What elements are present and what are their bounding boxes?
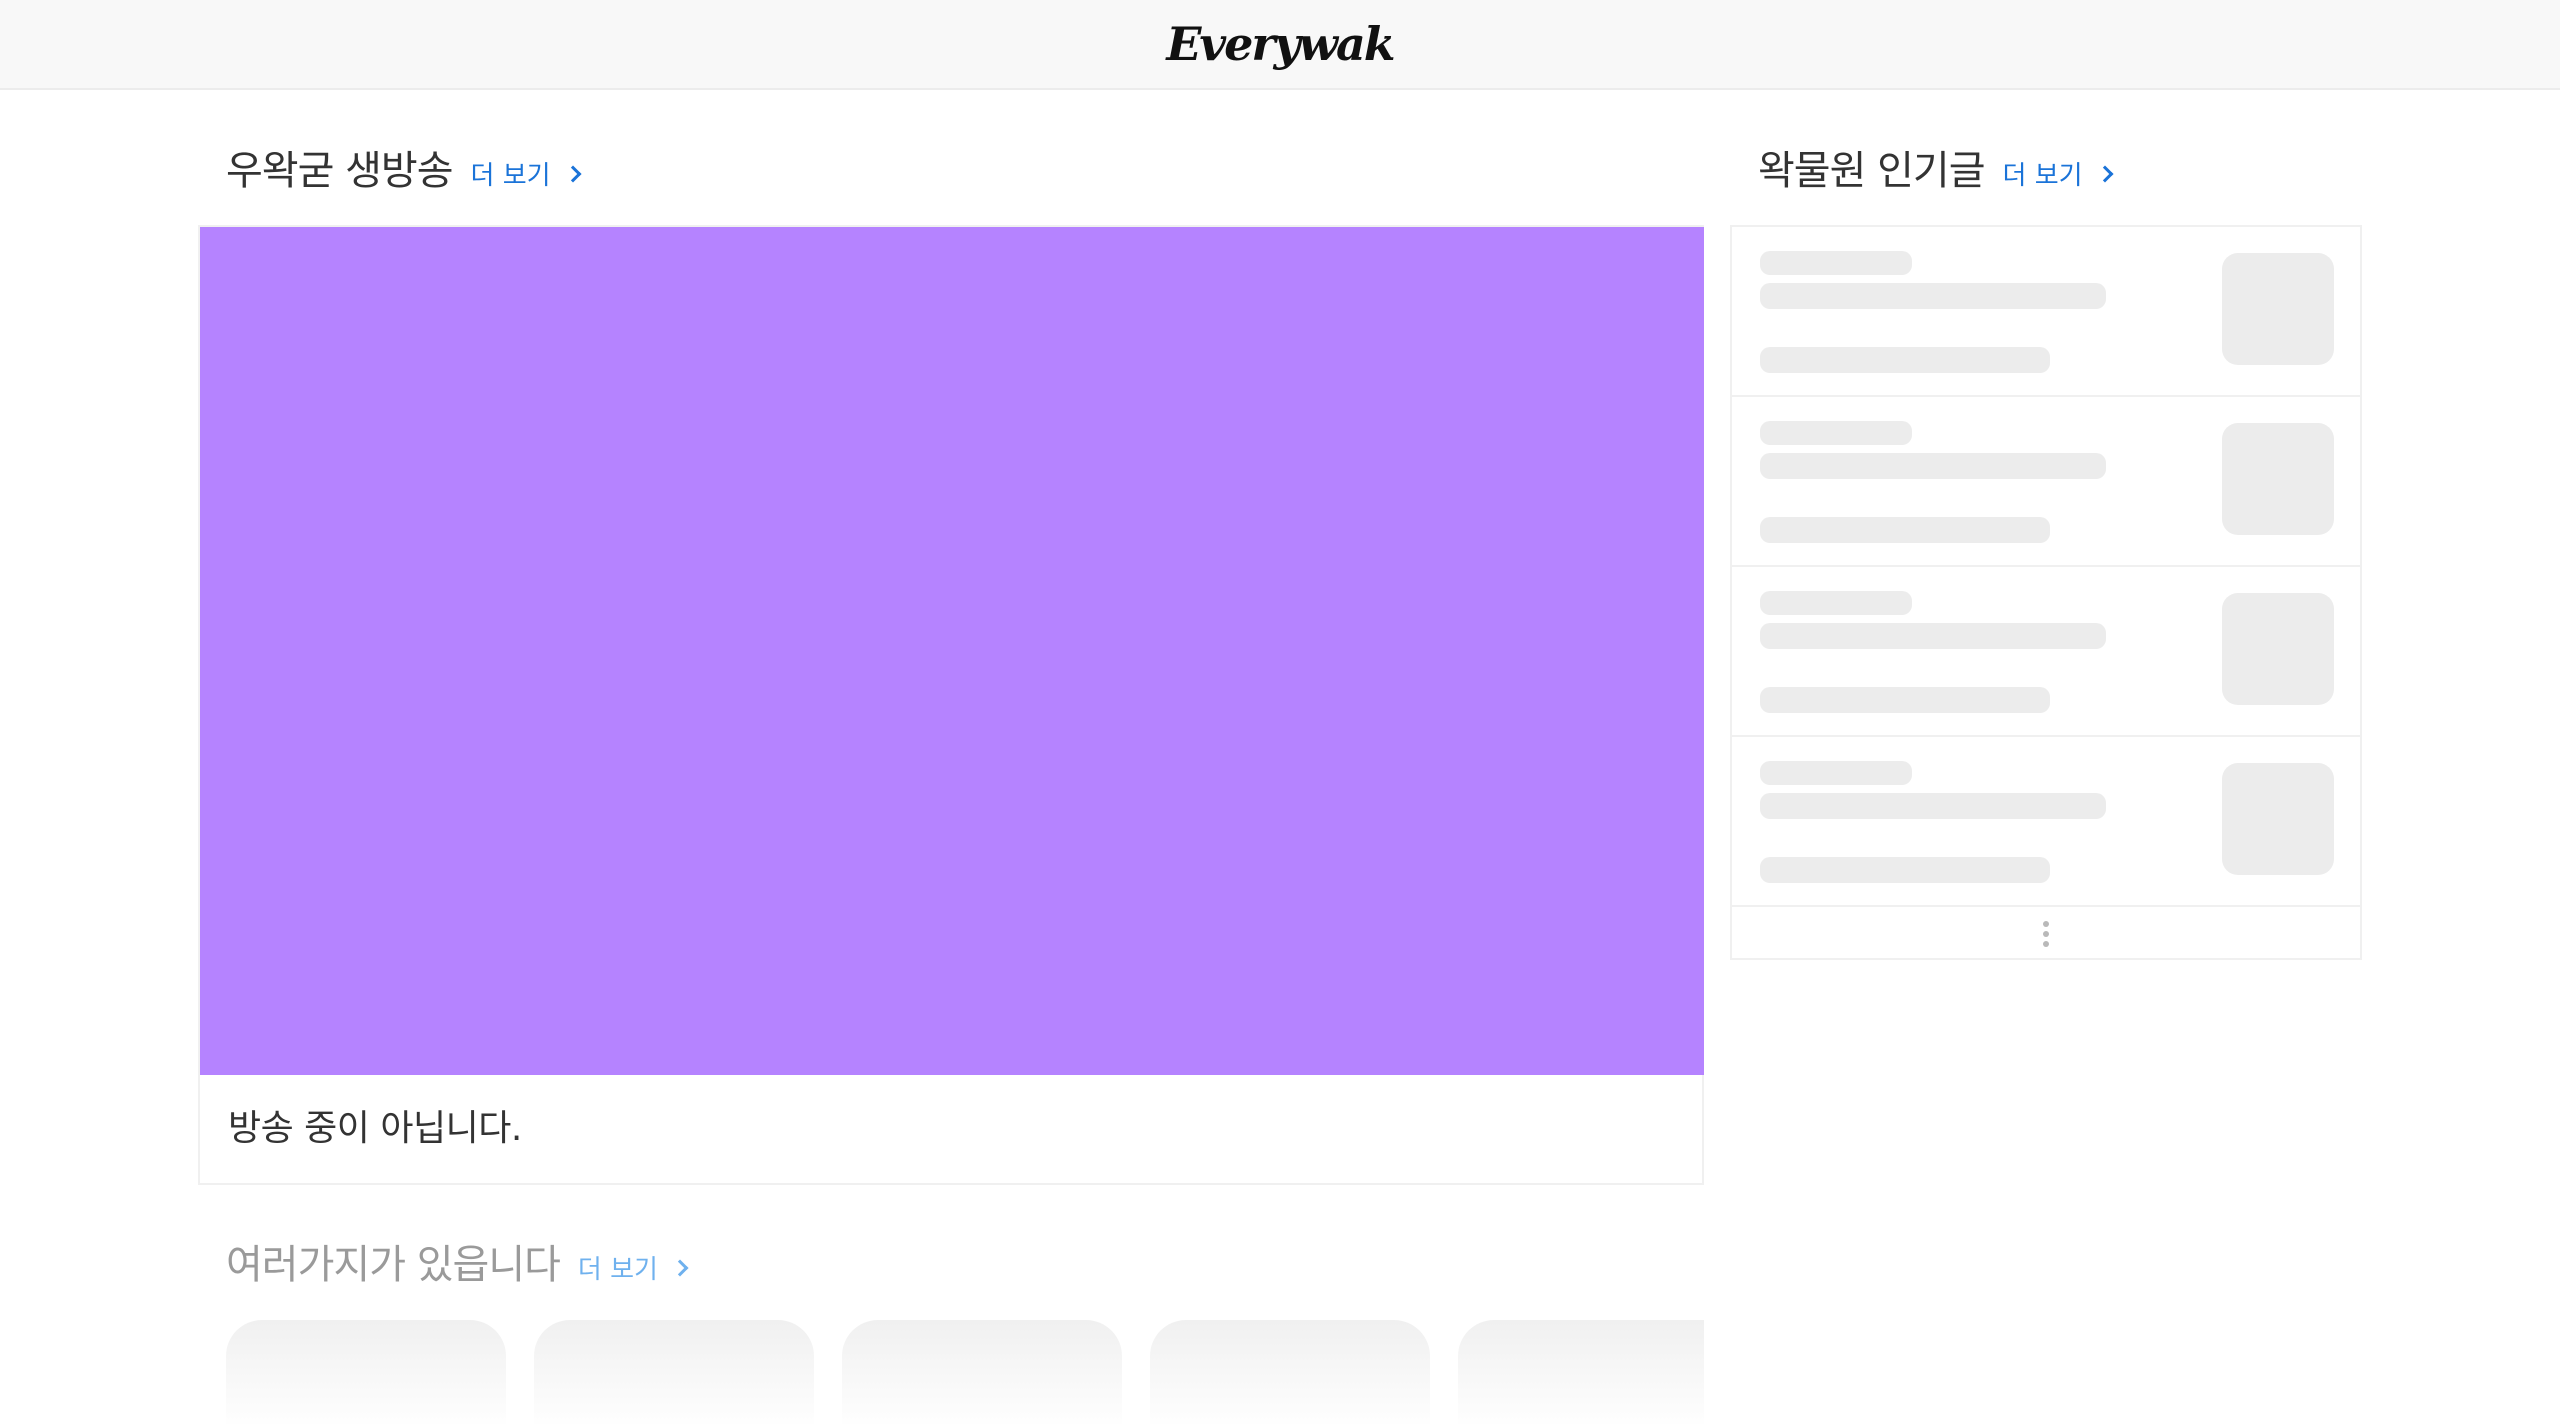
chevron-right-icon <box>2096 165 2114 182</box>
skeleton-line <box>1760 591 1912 615</box>
live-section-title: 우왁굳 생방송 <box>226 148 454 194</box>
live-card: 방송 중이 아닙니다. <box>198 225 1704 1185</box>
popular-section-header: 왁물원 인기글 더 보기 <box>1758 138 2114 196</box>
misc-card-skeleton[interactable] <box>534 1320 814 1424</box>
skeleton-line <box>1760 623 2106 649</box>
popular-more-link[interactable]: 더 보기 <box>2002 155 2114 192</box>
skeleton-line <box>1760 761 1912 785</box>
skeleton-thumbnail <box>2222 253 2334 365</box>
popular-posts-card <box>1730 225 2362 960</box>
chevron-right-icon <box>564 165 582 182</box>
skeleton-line <box>1760 251 1912 275</box>
post-skeleton-row[interactable] <box>1732 227 2360 397</box>
popular-more-label: 더 보기 <box>2002 161 2083 191</box>
live-player[interactable] <box>200 227 1704 1075</box>
misc-more-link[interactable]: 더 보기 <box>577 1249 689 1286</box>
popular-more-button[interactable] <box>1732 907 2360 960</box>
live-section-header: 우왁굳 생방송 더 보기 <box>226 138 582 196</box>
post-skeleton-row[interactable] <box>1732 737 2360 907</box>
misc-section-header: 여러가지가 있읍니다 더 보기 <box>226 1232 689 1290</box>
skeleton-line <box>1760 421 1912 445</box>
skeleton-thumbnail <box>2222 763 2334 875</box>
more-vertical-icon <box>2043 920 2049 947</box>
misc-section-title: 여러가지가 있읍니다 <box>226 1242 561 1288</box>
skeleton-line <box>1760 687 2050 713</box>
skeleton-line <box>1760 857 2050 883</box>
chevron-right-icon <box>671 1259 689 1276</box>
skeleton-line <box>1760 517 2050 543</box>
skeleton-line <box>1760 347 2050 373</box>
misc-card-skeleton[interactable] <box>1458 1320 1704 1424</box>
skeleton-thumbnail <box>2222 593 2334 705</box>
post-skeleton-row[interactable] <box>1732 397 2360 567</box>
misc-card-skeleton[interactable] <box>1150 1320 1430 1424</box>
misc-more-label: 더 보기 <box>577 1255 658 1285</box>
live-status-text: 방송 중이 아닙니다. <box>228 1108 522 1149</box>
skeleton-line <box>1760 453 2106 479</box>
skeleton-thumbnail <box>2222 423 2334 535</box>
skeleton-line <box>1760 283 2106 309</box>
top-bar: Everywak <box>0 0 2560 90</box>
live-more-link[interactable]: 더 보기 <box>470 155 582 192</box>
popular-section-title: 왁물원 인기글 <box>1758 148 1986 194</box>
misc-card-strip <box>226 1320 1704 1424</box>
misc-card-skeleton[interactable] <box>842 1320 1122 1424</box>
misc-card-skeleton[interactable] <box>226 1320 506 1424</box>
everywak-logo[interactable]: Everywak <box>1166 12 1395 76</box>
skeleton-line <box>1760 793 2106 819</box>
post-skeleton-row[interactable] <box>1732 567 2360 737</box>
live-more-label: 더 보기 <box>470 161 551 191</box>
